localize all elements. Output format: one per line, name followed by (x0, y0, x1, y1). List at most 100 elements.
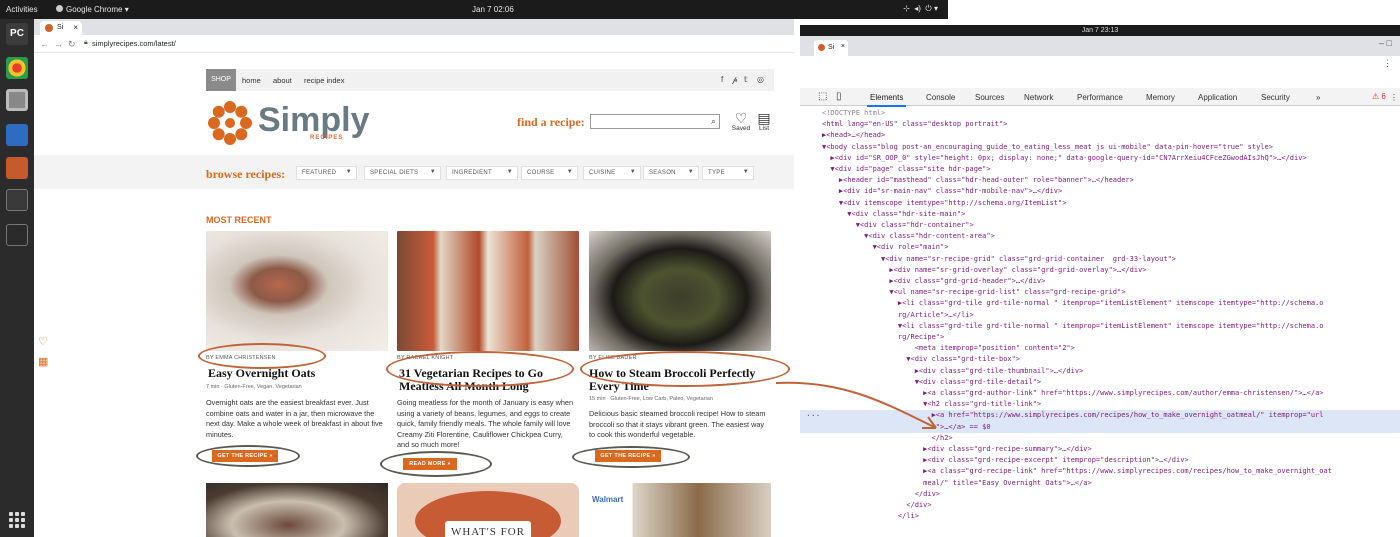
clock[interactable]: Jan 7 02:06 (472, 5, 514, 14)
tab-application[interactable]: Application (1198, 93, 1237, 102)
dom-node-line[interactable]: ▶<a class="grd-author-link" href="https:… (800, 388, 1400, 399)
dom-node-line[interactable]: ▶<div id="sr-main-nav" class="hdr-mobile… (800, 186, 1400, 197)
dom-node-line[interactable]: <meta itemprop="position" content="2"> (800, 343, 1400, 354)
ad-tile[interactable]: Walmart (589, 483, 771, 537)
writer-icon[interactable] (6, 124, 28, 146)
activities-button[interactable]: Activities (6, 5, 38, 14)
pycharm-icon[interactable]: PC (6, 23, 28, 45)
system-monitor-icon[interactable] (6, 224, 28, 246)
tab-sources[interactable]: Sources (975, 93, 1004, 102)
recipe-title[interactable]: Easy Overnight Oats (208, 367, 388, 380)
recipe-photo[interactable] (589, 231, 771, 351)
dom-node-line[interactable]: </div> (800, 500, 1400, 511)
menu-icon[interactable]: ⋮ (1383, 58, 1392, 69)
dom-node-line[interactable]: ▶<a href="https://www.simplyrecipes.com/… (800, 410, 1400, 422)
dom-node-line[interactable]: rg/Article">…</li> (800, 310, 1400, 321)
url-field[interactable]: simplyrecipes.com/latest/ (92, 39, 176, 48)
dom-node-line[interactable]: ▶<header id="masthead" class="hdr-head-o… (800, 175, 1400, 186)
tab-network[interactable]: Network (1024, 93, 1053, 102)
more-tabs-icon[interactable]: » (1316, 93, 1320, 102)
dom-node-line[interactable]: ▼<div class="grd-tile-box"> (800, 354, 1400, 365)
system-tray[interactable]: ⊹ ◂) ⏻ ▾ (903, 4, 938, 14)
back-icon[interactable]: ← (40, 39, 49, 49)
home-link[interactable]: home (242, 76, 261, 85)
error-count-badge[interactable]: ⚠ 6 (1372, 92, 1386, 101)
dom-node-line[interactable]: ▶<head>…</head> (800, 130, 1400, 141)
dom-node-line[interactable]: ▼<ul name="sr-recipe-grid-list" class="g… (800, 287, 1400, 298)
dom-node-line[interactable]: l">…</a> == $0 (800, 421, 1400, 433)
site-logo[interactable]: Simply RECIPES (206, 99, 376, 149)
instagram-icon[interactable]: ◎ (757, 75, 764, 84)
dom-node-line[interactable]: meal/" title="Easy Overnight Oats">…</a> (800, 478, 1400, 489)
dom-node-line[interactable]: </li> (800, 511, 1400, 522)
search-icon[interactable]: ⌕ (711, 116, 716, 127)
recipe-photo[interactable] (206, 231, 388, 351)
dom-node-line[interactable]: ▼<div name="sr-recipe-grid" class="grd-g… (800, 254, 1400, 265)
dom-node-line[interactable]: ▼<div id="page" class="site hdr-page"> (800, 164, 1400, 175)
show-applications-icon[interactable] (9, 512, 25, 528)
dom-node-line[interactable]: ▶<a class="grd-recipe-link" href="https:… (800, 466, 1400, 477)
heart-icon[interactable]: ♡ (38, 335, 48, 348)
dom-node-line[interactable]: ▼<div class="hdr-container"> (800, 220, 1400, 231)
calendar-icon[interactable]: ▦ (38, 355, 48, 368)
tab-elements[interactable]: Elements (866, 93, 907, 107)
dom-node-line[interactable]: ▶<div class="grd-grid-header">…</div> (800, 276, 1400, 287)
selected-node-dots-icon[interactable]: ··· (806, 410, 820, 421)
tab-security[interactable]: Security (1261, 93, 1290, 102)
dom-node-line[interactable]: ▶<div name="sr-grid-overlay" class="grd-… (800, 265, 1400, 276)
impress-icon[interactable] (6, 157, 28, 179)
twitter-icon[interactable]: 𝕥 (744, 75, 748, 84)
pinterest-icon[interactable]: 𝓅 (732, 75, 738, 85)
browser-tab[interactable]: Si × (814, 40, 848, 56)
inspect-element-icon[interactable]: ⬚ (818, 91, 827, 102)
dom-node-line[interactable]: ▼<div class="hdr-site-main"> (800, 209, 1400, 220)
browser-tab[interactable]: Si × (40, 21, 82, 35)
dom-node-line[interactable]: </div> (800, 489, 1400, 500)
tab-performance[interactable]: Performance (1077, 93, 1123, 102)
filter-season[interactable]: SEASON ▼ (643, 166, 699, 180)
dom-node-line[interactable]: </h2> (800, 433, 1400, 444)
dom-node-line[interactable]: <html lang="en-US" class="desktop portra… (800, 119, 1400, 130)
close-tab-icon[interactable]: × (841, 43, 845, 50)
dom-node-line[interactable]: ▼<div class="grd-tile-detail"> (800, 377, 1400, 388)
files-icon[interactable] (6, 89, 28, 111)
dom-node-line[interactable]: ▼<li class="grd-tile grd-tile-normal " i… (800, 321, 1400, 332)
dom-node-line[interactable]: ▶<div id="SR_OOP_0" style="height: 0px; … (800, 153, 1400, 164)
dom-node-line[interactable]: rg/Recipe"> (800, 332, 1400, 343)
about-link[interactable]: about (273, 76, 292, 85)
list-button[interactable]: ▤ List (756, 111, 772, 132)
tab-console[interactable]: Console (926, 93, 955, 102)
device-toolbar-icon[interactable]: ▯ (836, 91, 842, 102)
saved-button[interactable]: ♡ Saved (730, 111, 752, 132)
dom-node-line[interactable]: ▶<li class="grd-tile grd-tile-normal " i… (800, 298, 1400, 309)
dom-node-line[interactable]: ▶<div class="grd-tile-thumbnail">…</div> (800, 366, 1400, 377)
close-tab-icon[interactable]: × (73, 23, 78, 32)
dom-node-line[interactable]: ▼<body class="blog post-an_encouraging_g… (800, 142, 1400, 153)
chrome-dock-icon[interactable] (6, 57, 28, 79)
dom-node-line[interactable]: ▼<h2 class="grd-title-link"> (800, 399, 1400, 410)
lock-icon[interactable]: 🔒︎ (84, 39, 88, 47)
app-menu[interactable]: Google Chrome ▾ (56, 5, 129, 14)
dom-node-line[interactable]: ▼<div class="hdr-content-area"> (800, 231, 1400, 242)
tab-memory[interactable]: Memory (1146, 93, 1175, 102)
facebook-icon[interactable]: f (721, 75, 723, 84)
filter-course[interactable]: COURSE ▼ (521, 166, 578, 180)
filter-cuisine[interactable]: CUISINE ▼ (583, 166, 641, 180)
filter-special-diets[interactable]: SPECIAL DIETS ▼ (364, 166, 441, 180)
filter-featured[interactable]: FEATURED ▼ (296, 166, 357, 180)
dom-node-line[interactable]: ▶<div class="grd-recipe-summary">…</div> (800, 444, 1400, 455)
recipe-photo[interactable] (397, 231, 579, 351)
recipe-photo[interactable] (206, 483, 388, 537)
search-input[interactable]: ⌕ (590, 114, 720, 129)
reload-icon[interactable]: ↻ (68, 39, 76, 50)
recipe-index-link[interactable]: recipe index (304, 76, 344, 85)
dom-node-line[interactable]: ▼<div itemscope itemtype="http://schema.… (800, 198, 1400, 209)
dom-node-line[interactable]: ▼<div role="main"> (800, 242, 1400, 253)
promo-tile[interactable]: WHAT'S FOR (397, 483, 579, 537)
dom-node-line[interactable]: <!DOCTYPE html> (800, 108, 1400, 119)
forward-icon[interactable]: → (54, 39, 63, 49)
dom-node-line[interactable]: ▶<div class="grd-recipe-excerpt" itempro… (800, 455, 1400, 466)
filter-type[interactable]: TYPE ▼ (702, 166, 754, 180)
window-controls[interactable]: – □ (1379, 38, 1392, 48)
terminal-icon[interactable] (6, 189, 28, 211)
